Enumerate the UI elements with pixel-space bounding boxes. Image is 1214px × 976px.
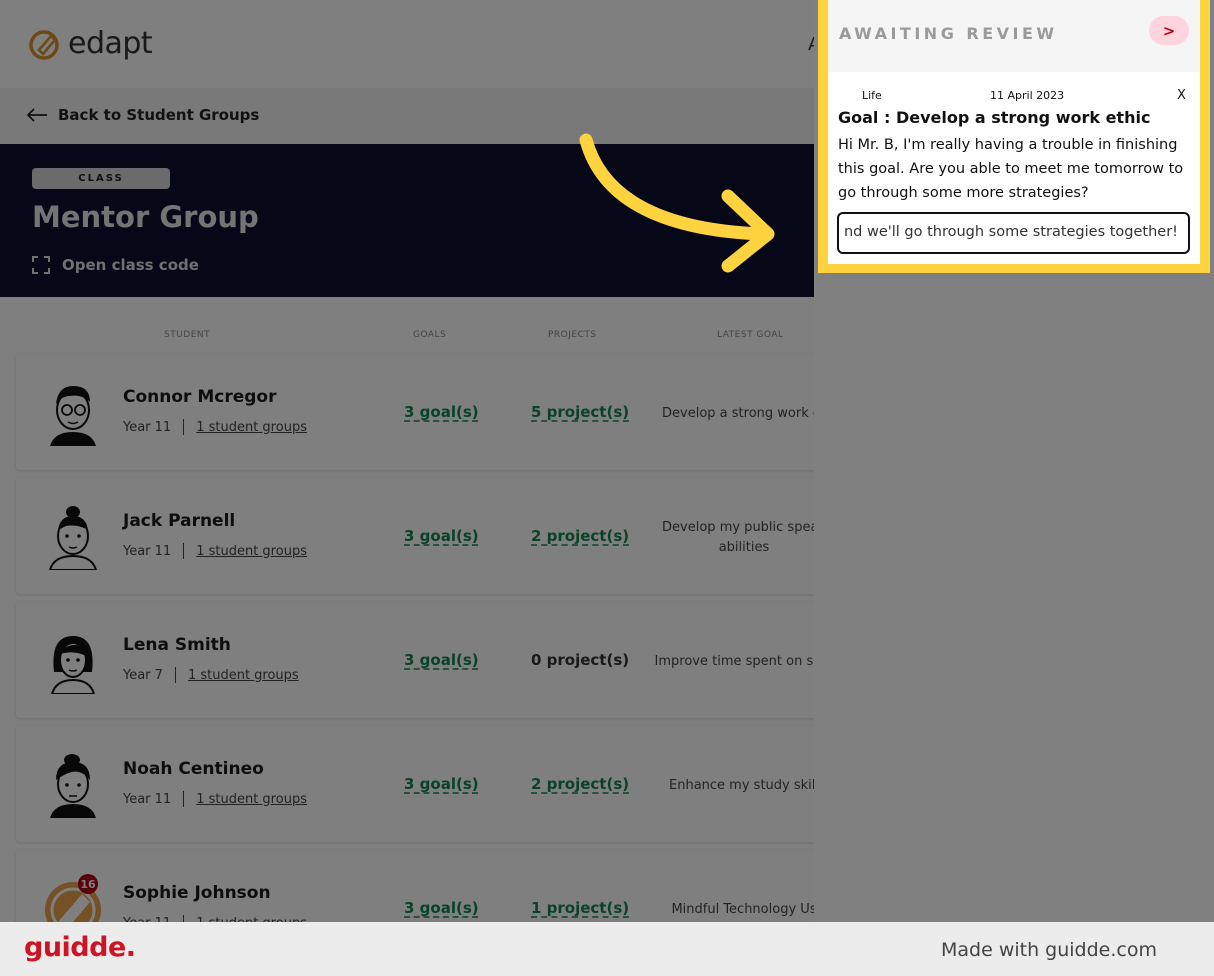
goal-category: Life: [862, 89, 882, 102]
callout-arrow-icon: [579, 133, 775, 273]
guidde-footer: guidde. Made with guidde.com: [0, 922, 1214, 976]
review-panel-header: AWAITING REVIEW >: [828, 0, 1200, 72]
next-button[interactable]: >: [1149, 16, 1189, 45]
made-with-text: Made with guidde.com: [941, 939, 1157, 961]
awaiting-review-panel: AWAITING REVIEW > Life 11 April 2023 X G…: [818, 0, 1210, 273]
reply-input[interactable]: nd we'll go through some strategies toge…: [837, 212, 1190, 254]
close-button[interactable]: X: [1177, 88, 1186, 103]
review-card: Life 11 April 2023 X Goal : Develop a st…: [828, 72, 1200, 264]
student-message: Hi Mr. B, I'm really having a trouble in…: [838, 137, 1184, 201]
review-panel-title: AWAITING REVIEW: [839, 24, 1058, 43]
guidde-logo: guidde.: [24, 932, 136, 963]
reply-input-value: nd we'll go through some strategies toge…: [843, 224, 1178, 240]
goal-title: Goal : Develop a strong work ethic: [838, 108, 1151, 127]
goal-date: 11 April 2023: [990, 89, 1065, 102]
